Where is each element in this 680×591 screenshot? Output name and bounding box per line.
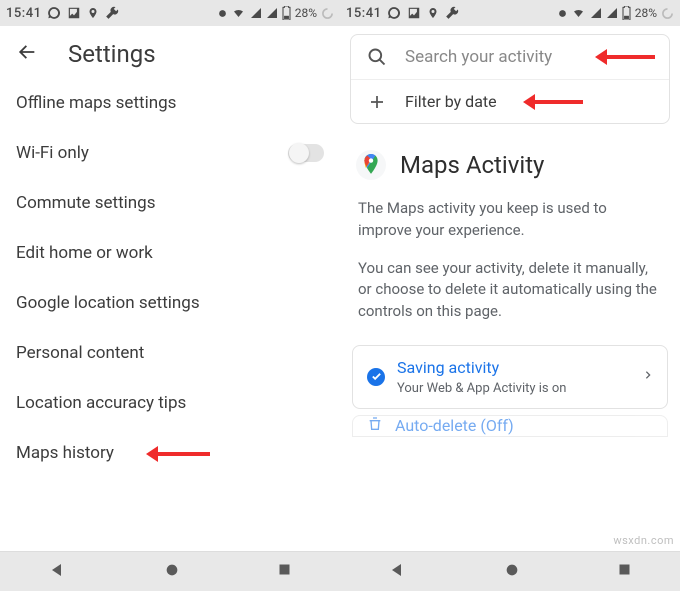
signal-icon	[590, 7, 602, 19]
settings-item-personal-content[interactable]: Personal content	[0, 328, 340, 378]
description-paragraph: The Maps activity you keep is used to im…	[340, 190, 680, 250]
settings-item-accuracy-tips[interactable]: Location accuracy tips	[0, 378, 340, 428]
settings-list: Offline maps settings Wi-Fi only Commute…	[0, 78, 340, 551]
search-placeholder: Search your activity	[405, 47, 552, 67]
clock: 15:41	[6, 6, 41, 21]
whatsapp-icon	[47, 6, 61, 20]
trash-icon	[367, 416, 383, 436]
watermark: wsxdn.com	[613, 534, 674, 547]
app-header: Settings	[0, 26, 340, 78]
search-filter-card: Search your activity Filter by date	[350, 34, 670, 124]
image-icon	[407, 6, 421, 20]
nav-bar	[340, 551, 680, 591]
signal-icon	[250, 7, 262, 19]
status-bar: 15:41 28%	[340, 0, 680, 26]
saving-activity-subtitle: Your Web & App Activity is on	[397, 381, 643, 396]
clock: 15:41	[346, 6, 381, 21]
settings-item-google-location[interactable]: Google location settings	[0, 278, 340, 328]
filter-by-date-row[interactable]: Filter by date	[351, 79, 669, 123]
wrench-icon	[445, 6, 459, 20]
battery-percent: 28%	[635, 6, 657, 20]
annotation-arrow-icon	[599, 55, 655, 59]
location-pin-icon	[87, 6, 99, 20]
signal-icon	[606, 7, 618, 19]
settings-item-edit-home-work[interactable]: Edit home or work	[0, 228, 340, 278]
nav-recent-icon[interactable]	[277, 562, 292, 581]
settings-item-offline-maps[interactable]: Offline maps settings	[0, 78, 340, 128]
nav-recent-icon[interactable]	[617, 562, 632, 581]
battery-icon	[282, 6, 291, 20]
wrench-icon	[105, 6, 119, 20]
status-bar: 15:41 28%	[0, 0, 340, 26]
battery-icon	[622, 6, 631, 20]
saving-activity-card[interactable]: Saving activity Your Web & App Activity …	[352, 345, 668, 409]
page-title: Settings	[68, 40, 156, 68]
circle-icon	[218, 9, 227, 18]
wifi-icon	[571, 7, 586, 19]
wifi-only-toggle[interactable]	[288, 144, 324, 162]
description-paragraph: You can see your activity, delete it man…	[340, 250, 680, 331]
annotation-arrow-icon	[527, 100, 583, 104]
maps-activity-header: Maps Activity	[340, 124, 680, 190]
settings-item-maps-history[interactable]: Maps history	[0, 428, 340, 478]
loading-icon	[321, 7, 334, 20]
location-pin-icon	[427, 6, 439, 20]
battery-percent: 28%	[295, 6, 317, 20]
loading-icon	[661, 7, 674, 20]
chevron-right-icon	[643, 367, 653, 387]
check-circle-icon	[367, 368, 385, 386]
auto-delete-label: Auto-delete (Off)	[395, 416, 514, 435]
nav-back-icon[interactable]	[49, 561, 67, 583]
phone-right-activity: 15:41 28% Search your activity Filter by…	[340, 0, 680, 591]
plus-icon	[365, 93, 389, 111]
image-icon	[67, 6, 81, 20]
signal-icon	[266, 7, 278, 19]
nav-home-icon[interactable]	[164, 562, 180, 582]
saving-activity-title: Saving activity	[397, 358, 643, 377]
wifi-icon	[231, 7, 246, 19]
search-icon	[365, 47, 389, 67]
filter-label: Filter by date	[405, 92, 497, 111]
nav-back-icon[interactable]	[389, 561, 407, 583]
whatsapp-icon	[387, 6, 401, 20]
nav-home-icon[interactable]	[504, 562, 520, 582]
nav-bar	[0, 551, 340, 591]
circle-icon	[558, 9, 567, 18]
search-activity-row[interactable]: Search your activity	[351, 35, 669, 79]
phone-left-settings: 15:41 28% Settings Offline maps settings…	[0, 0, 340, 591]
auto-delete-card[interactable]: Auto-delete (Off)	[352, 415, 668, 437]
settings-item-commute[interactable]: Commute settings	[0, 178, 340, 228]
annotation-arrow-icon	[150, 452, 210, 456]
google-maps-icon	[356, 150, 386, 180]
settings-item-wifi-only[interactable]: Wi-Fi only	[0, 128, 340, 178]
back-icon[interactable]	[16, 41, 38, 67]
section-title: Maps Activity	[400, 151, 544, 179]
